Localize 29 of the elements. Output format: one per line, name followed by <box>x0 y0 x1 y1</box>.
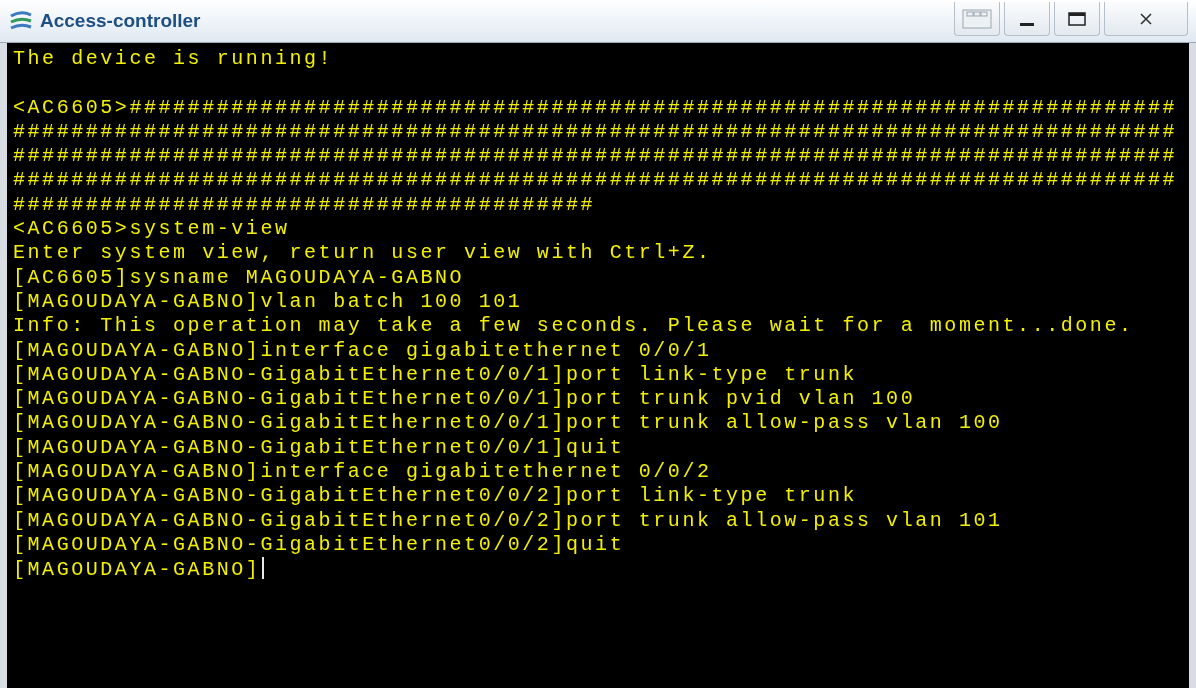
terminal-line: [MAGOUDAYA-GABNO-GigabitEthernet0/0/2]port link-type trunk <box>13 484 857 508</box>
terminal-line: ################################################################################ <box>13 144 1178 168</box>
terminal-line: [MAGOUDAYA-GABNO] <box>13 558 261 582</box>
terminal-line: [MAGOUDAYA-GABNO-GigabitEthernet0/0/1]port link-type trunk <box>13 362 857 386</box>
terminal-line: <AC6605>system-view <box>13 217 290 241</box>
terminal-line: [MAGOUDAYA-GABNO]interface gigabitethernet 0/0/1 <box>13 338 712 362</box>
terminal-line: Info: This operation may take a few seconds. Please wait for a moment...done. <box>13 314 1134 338</box>
maximize-button[interactable] <box>1054 2 1100 36</box>
terminal-line: [MAGOUDAYA-GABNO-GigabitEthernet0/0/1]quit <box>13 435 625 459</box>
terminal-line: [MAGOUDAYA-GABNO]interface gigabitethernet 0/0/2 <box>13 460 712 484</box>
terminal-line: Enter system view, return user view with Ctrl+Z. <box>13 241 712 265</box>
terminal-line: ######################################## <box>13 192 596 216</box>
terminal-line: [AC6605]sysname MAGOUDAYA-GABNO <box>13 265 465 289</box>
terminal-line: [MAGOUDAYA-GABNO-GigabitEthernet0/0/2]port trunk allow-pass vlan 101 <box>13 508 1003 532</box>
cable-icon <box>8 10 34 32</box>
window-title: Access-controller <box>40 10 202 32</box>
terminal-line: [MAGOUDAYA-GABNO-GigabitEthernet0/0/1]port trunk pvid vlan 100 <box>13 387 916 411</box>
window-icon <box>962 8 992 29</box>
terminal-line: [MAGOUDAYA-GABNO-GigabitEthernet0/0/1]port trunk allow-pass vlan 100 <box>13 411 1003 435</box>
terminal-line: ################################################################################ <box>13 168 1178 192</box>
terminal-line: [MAGOUDAYA-GABNO]vlan batch 100 101 <box>13 289 523 313</box>
terminal-line: [MAGOUDAYA-GABNO-GigabitEthernet0/0/2]quit <box>13 532 625 556</box>
close-icon <box>1139 11 1153 26</box>
minimize-icon <box>1020 23 1034 26</box>
terminal-line: The device is running! <box>13 47 334 70</box>
minimize-button[interactable] <box>1004 2 1050 36</box>
terminal-line: ################################################################################ <box>13 119 1178 143</box>
maximize-icon <box>1068 11 1086 26</box>
terminal-line: <AC6605>######################################################################## <box>13 95 1178 119</box>
